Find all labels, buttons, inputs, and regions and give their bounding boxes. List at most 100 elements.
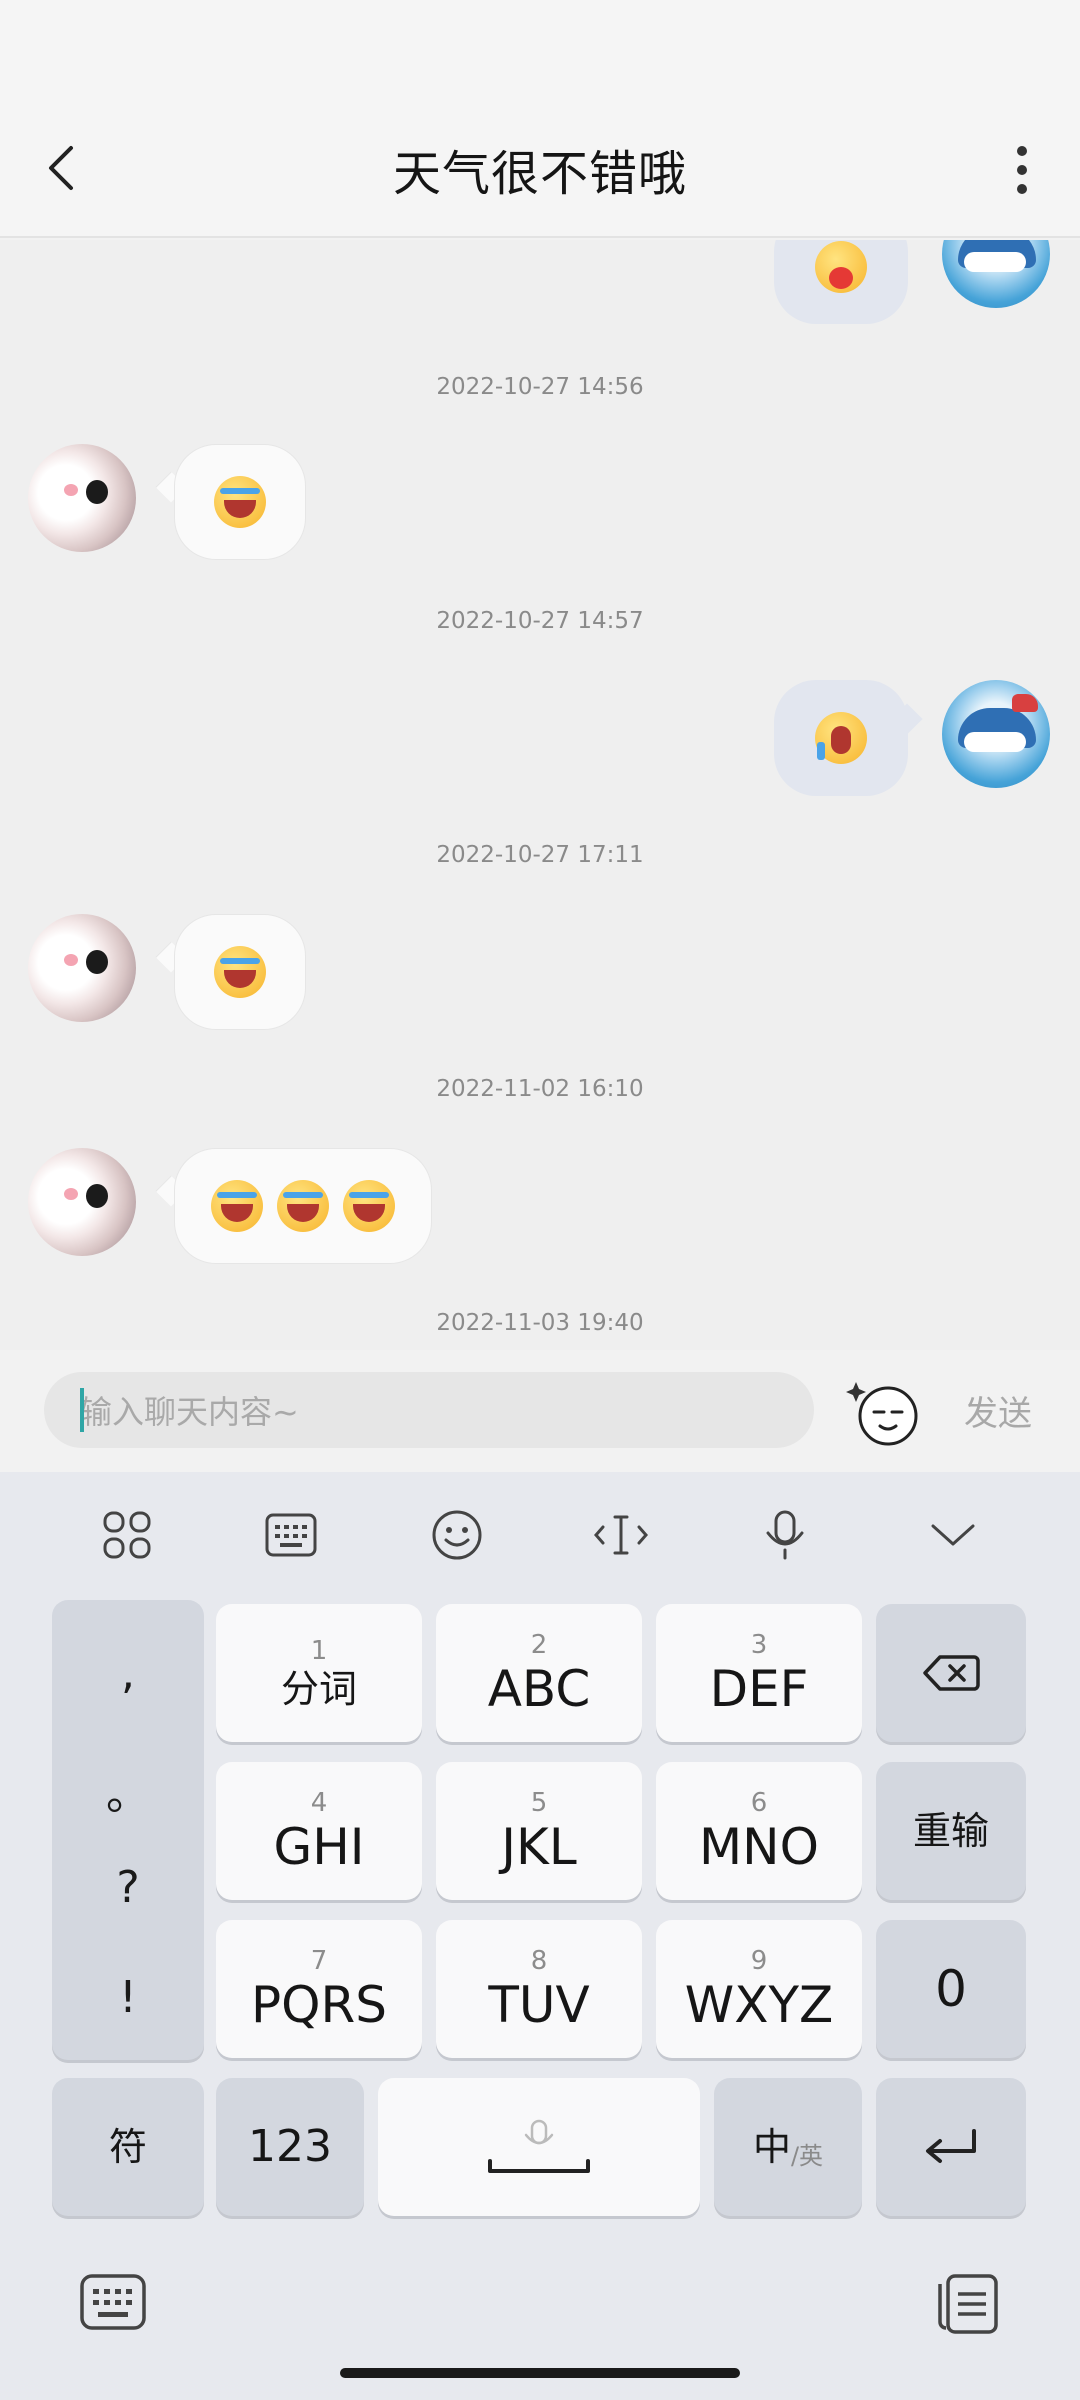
key-label: TUV bbox=[488, 1976, 590, 2034]
text-cursor bbox=[80, 1388, 84, 1432]
contact-avatar[interactable] bbox=[28, 914, 136, 1022]
key-label: WXYZ bbox=[684, 1976, 834, 2034]
punct-question[interactable]: ? bbox=[52, 1862, 204, 1913]
key-label: MNO bbox=[699, 1818, 819, 1876]
key-label: 符 bbox=[108, 2125, 147, 2169]
message-timestamp: 2022-10-27 17:11 bbox=[436, 842, 644, 868]
chat-title: 天气很不错哦 bbox=[392, 146, 687, 202]
emoji-keyboard-button[interactable] bbox=[422, 1500, 492, 1570]
language-switch-key[interactable]: 中/英 bbox=[714, 2078, 862, 2216]
contact-avatar[interactable] bbox=[28, 1148, 136, 1256]
clipboard-icon bbox=[938, 2274, 998, 2334]
home-indicator[interactable] bbox=[340, 2368, 740, 2378]
contact-avatar[interactable] bbox=[28, 444, 136, 552]
message-timestamp: 2022-11-02 16:10 bbox=[436, 1076, 644, 1102]
key-2[interactable]: 2 ABC bbox=[436, 1604, 642, 1742]
key-label: 重输 bbox=[912, 1809, 989, 1853]
laugh-cry-emoji-icon bbox=[214, 476, 266, 528]
space-mic-icon bbox=[488, 2119, 590, 2173]
laugh-cry-emoji-icon bbox=[214, 946, 266, 998]
laugh-cry-emoji-icon bbox=[277, 1180, 329, 1232]
key-label: 123 bbox=[248, 2121, 332, 2172]
key-4[interactable]: 4 GHI bbox=[216, 1762, 422, 1900]
punct-exclamation[interactable]: ! bbox=[52, 1972, 204, 2023]
key-7[interactable]: 7 PQRS bbox=[216, 1920, 422, 2058]
key-label: ABC bbox=[487, 1660, 591, 1718]
smiley-icon bbox=[432, 1510, 482, 1560]
backspace-icon bbox=[923, 1655, 980, 1691]
more-vertical-icon bbox=[1017, 146, 1027, 194]
keyboard-apps-button[interactable] bbox=[92, 1500, 162, 1570]
message-bubble-outgoing[interactable] bbox=[774, 240, 908, 324]
space-key[interactable] bbox=[378, 2078, 700, 2216]
key-number: 1 bbox=[310, 1636, 328, 1666]
chat-header: 天气很不错哦 bbox=[0, 0, 1080, 238]
laugh-cry-emoji-icon bbox=[343, 1180, 395, 1232]
message-bubble-incoming[interactable] bbox=[174, 444, 306, 560]
key-number: 2 bbox=[530, 1630, 548, 1660]
input-placeholder: 输入聊天内容~ bbox=[80, 1393, 299, 1431]
key-number: 4 bbox=[310, 1788, 328, 1818]
key-1[interactable]: 1 分词 bbox=[216, 1604, 422, 1742]
text-cursor-icon bbox=[594, 1515, 648, 1555]
my-avatar[interactable] bbox=[942, 240, 1050, 308]
clipboard-button[interactable] bbox=[934, 2272, 1004, 2334]
my-avatar[interactable] bbox=[942, 680, 1050, 788]
key-3[interactable]: 3 DEF bbox=[656, 1604, 862, 1742]
backspace-key[interactable] bbox=[876, 1604, 1026, 1742]
keyboard-layout-button[interactable] bbox=[256, 1500, 326, 1570]
keyboard-icon bbox=[265, 1513, 317, 1557]
switch-keyboard-button[interactable] bbox=[78, 2272, 148, 2332]
emoji-button[interactable] bbox=[846, 1376, 918, 1448]
key-number: 7 bbox=[310, 1946, 328, 1976]
key-0[interactable]: 0 bbox=[876, 1920, 1026, 2058]
sticker-face-icon bbox=[846, 1382, 918, 1446]
key-6[interactable]: 6 MNO bbox=[656, 1762, 862, 1900]
send-button[interactable]: 发送 bbox=[964, 1386, 1032, 1435]
key-label: 中 bbox=[752, 2125, 791, 2169]
key-label: 分词 bbox=[280, 1667, 357, 1711]
grid-apps-icon bbox=[103, 1511, 151, 1559]
laugh-cry-emoji-icon bbox=[211, 1180, 263, 1232]
heart-emoji-icon bbox=[815, 241, 867, 293]
message-timestamp: 2022-10-27 14:56 bbox=[436, 374, 644, 400]
punct-period[interactable]: 。 bbox=[52, 1758, 204, 1822]
collapse-keyboard-button[interactable] bbox=[918, 1500, 988, 1570]
message-timestamp: 2022-10-27 14:57 bbox=[436, 608, 644, 634]
reinput-key[interactable]: 重输 bbox=[876, 1762, 1026, 1900]
punct-comma[interactable]: , bbox=[52, 1648, 204, 1699]
input-bar: 输入聊天内容~ 发送 bbox=[0, 1350, 1080, 1472]
crying-emoji-icon bbox=[815, 712, 867, 764]
message-input[interactable]: 输入聊天内容~ bbox=[44, 1372, 814, 1448]
key-number: 8 bbox=[530, 1946, 548, 1976]
punctuation-column[interactable]: , 。 ? ! bbox=[52, 1600, 204, 2060]
message-bubble-incoming[interactable] bbox=[174, 914, 306, 1030]
voice-input-button[interactable] bbox=[750, 1500, 820, 1570]
key-8[interactable]: 8 TUV bbox=[436, 1920, 642, 2058]
key-number: 9 bbox=[750, 1946, 768, 1976]
key-sublabel: /英 bbox=[790, 2141, 824, 2170]
keyboard-icon bbox=[80, 2274, 146, 2330]
message-list[interactable]: 2022-10-27 14:56 2022-10-27 14:57 2022-1… bbox=[0, 240, 1080, 1350]
cursor-move-button[interactable] bbox=[586, 1500, 656, 1570]
key-label: GHI bbox=[273, 1818, 365, 1876]
key-label: PQRS bbox=[251, 1976, 387, 2034]
key-label: JKL bbox=[501, 1818, 577, 1876]
microphone-icon bbox=[766, 1510, 804, 1560]
ime-keyboard: , 。 ? ! 1 分词 2 ABC 3 DEF 4 GHI 5 JKL 6 MNO 重输 … bbox=[0, 1472, 1080, 2400]
more-options-button[interactable] bbox=[1002, 140, 1042, 200]
key-number: 3 bbox=[750, 1630, 768, 1660]
message-bubble-incoming[interactable] bbox=[174, 1148, 432, 1264]
key-number: 5 bbox=[530, 1788, 548, 1818]
enter-key[interactable] bbox=[876, 2078, 1026, 2216]
key-5[interactable]: 5 JKL bbox=[436, 1762, 642, 1900]
key-label: DEF bbox=[709, 1660, 809, 1718]
number-mode-key[interactable]: 123 bbox=[216, 2078, 364, 2216]
key-number: 6 bbox=[750, 1788, 768, 1818]
enter-icon bbox=[926, 2129, 976, 2163]
key-label: 0 bbox=[935, 1960, 967, 2018]
message-bubble-outgoing[interactable] bbox=[774, 680, 908, 796]
symbols-key[interactable]: 符 bbox=[52, 2078, 204, 2216]
chevron-down-icon bbox=[931, 1524, 975, 1546]
key-9[interactable]: 9 WXYZ bbox=[656, 1920, 862, 2058]
